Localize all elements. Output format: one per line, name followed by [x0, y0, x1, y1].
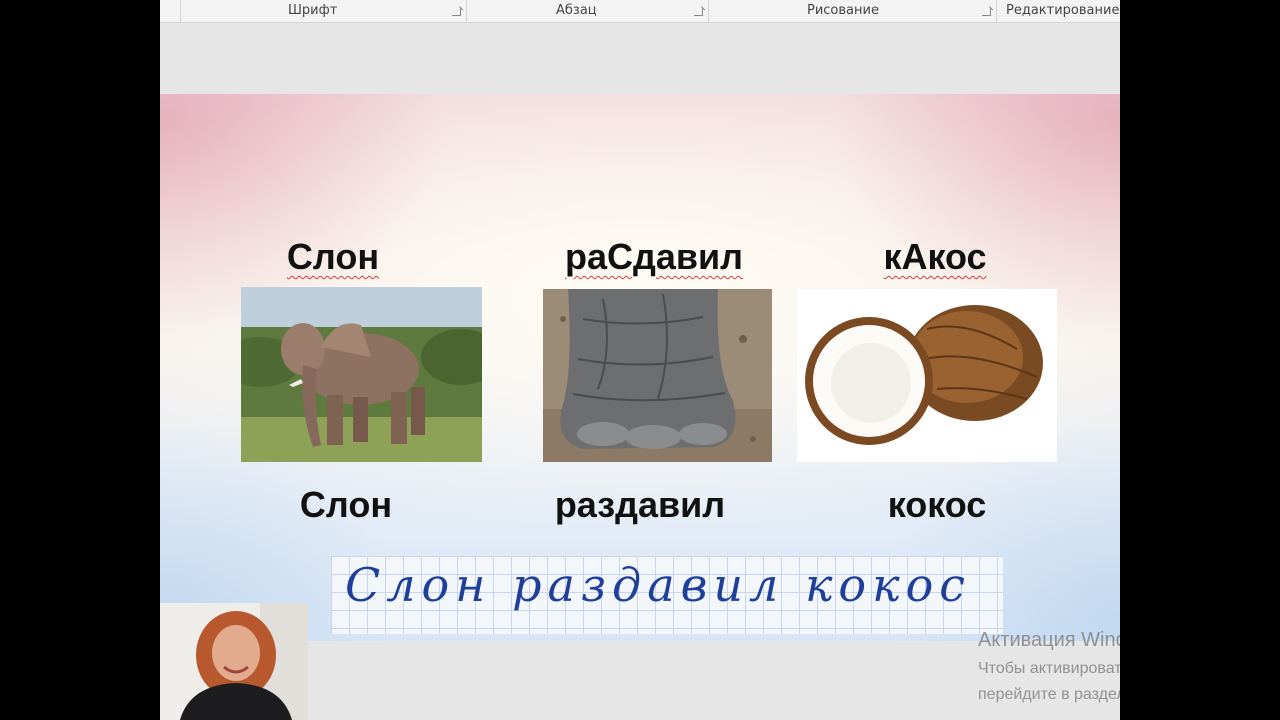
slide[interactable]: Слон раСдавил кАкос Слон раздавил кокос … — [160, 94, 1120, 641]
ribbon-group-bar: Шрифт Абзац Рисование Редактирование — [160, 0, 1120, 23]
font-dialog-launcher-icon[interactable] — [452, 7, 461, 16]
elephant-foot-photo — [543, 289, 772, 462]
drawing-dialog-launcher-icon[interactable] — [982, 7, 991, 16]
paragraph-dialog-launcher-icon[interactable] — [694, 7, 703, 16]
bottom-word-coconut: кокос — [887, 484, 987, 525]
coconut-photo — [797, 289, 1057, 462]
handwritten-sentence: Слон раздавил кокос — [345, 558, 972, 612]
ribbon-separator — [708, 0, 709, 22]
top-word-crushed-misspelled: раСдавил — [564, 236, 744, 277]
elephant-photo — [241, 287, 482, 462]
ribbon-separator — [466, 0, 467, 22]
presentation-editor-window: Шрифт Абзац Рисование Редактирование Сло… — [160, 0, 1120, 720]
windows-activation-line-2: перейдите в раздел "Параметры". — [978, 686, 1120, 703]
top-word-coconut-misspelled: кАкос — [883, 236, 987, 277]
windows-activation-title: Активация Windows — [978, 629, 1120, 651]
ribbon-group-font: Шрифт — [288, 3, 338, 18]
ribbon-separator — [180, 0, 181, 22]
ribbon-separator — [996, 0, 997, 22]
bottom-word-elephant: Слон — [299, 484, 393, 525]
ribbon-group-drawing: Рисование — [807, 3, 879, 18]
bottom-word-crushed: раздавил — [554, 484, 726, 525]
handwriting-strip: Слон раздавил кокос — [331, 556, 1003, 634]
ribbon-group-editing: Редактирование — [1006, 3, 1120, 18]
ribbon-group-paragraph: Абзац — [556, 3, 597, 18]
presenter-webcam — [160, 603, 308, 720]
top-word-elephant: Слон — [286, 236, 380, 277]
windows-activation-line-1: Чтобы активировать Windows, — [978, 660, 1120, 677]
